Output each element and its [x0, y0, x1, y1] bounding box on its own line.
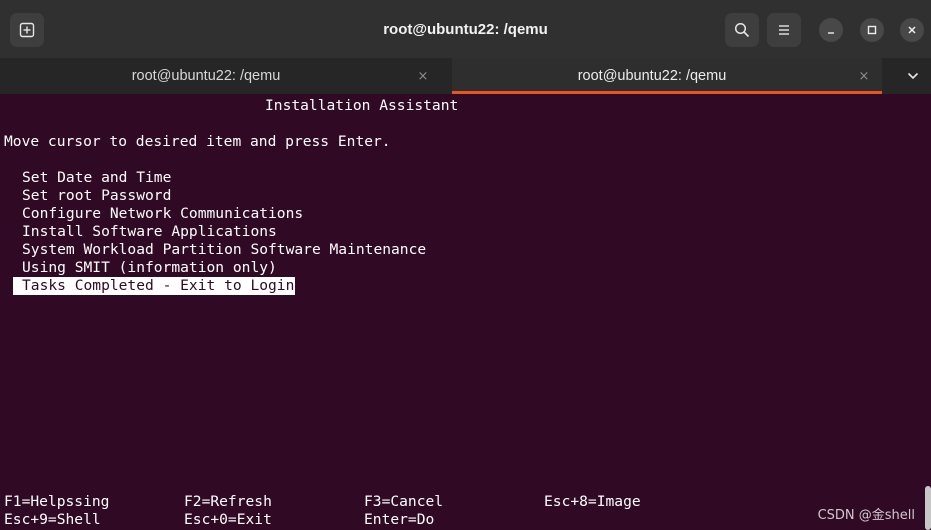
- fkey-esc8[interactable]: Esc+8=Image: [544, 493, 641, 511]
- tab-close-icon[interactable]: ×: [855, 67, 873, 85]
- terminal-output[interactable]: Installation Assistant Move cursor to de…: [0, 94, 931, 530]
- menu-item-wpar-maintenance[interactable]: System Workload Partition Software Maint…: [22, 241, 426, 259]
- tab-list-button[interactable]: [895, 58, 931, 94]
- menu-item-install-software[interactable]: Install Software Applications: [22, 223, 277, 241]
- tab-bar: root@ubuntu22: /qemu × root@ubuntu22: /q…: [0, 58, 931, 94]
- tab-2[interactable]: root@ubuntu22: /qemu ×: [452, 58, 882, 94]
- menu-item-using-smit[interactable]: Using SMIT (information only): [22, 259, 277, 277]
- minimize-button[interactable]: [819, 18, 843, 42]
- screen-heading: Installation Assistant: [265, 97, 459, 114]
- tab-label: root@ubuntu22: /qemu: [577, 68, 727, 84]
- maximize-icon: [867, 25, 877, 35]
- tab-close-icon[interactable]: ×: [414, 67, 432, 85]
- menu-item-label: Tasks Completed - Exit to Login: [22, 277, 295, 294]
- terminal-window: root@ubuntu22: /qemu root@ubuntu22: /qem…: [0, 0, 931, 530]
- fkey-f2[interactable]: F2=Refresh: [184, 493, 272, 511]
- new-tab-icon: [19, 22, 35, 38]
- fkey-f1[interactable]: F1=Helpssing: [4, 493, 109, 511]
- menu-item-tasks-completed[interactable]: Tasks Completed - Exit to Login: [13, 277, 296, 295]
- scrollbar-thumb[interactable]: [925, 486, 931, 530]
- tab-1[interactable]: root@ubuntu22: /qemu ×: [0, 58, 452, 94]
- tab-label: root@ubuntu22: /qemu: [131, 68, 281, 84]
- fkey-esc0[interactable]: Esc+0=Exit: [184, 511, 272, 529]
- minimize-icon: [828, 32, 834, 34]
- search-button[interactable]: [725, 13, 759, 47]
- fkey-enter[interactable]: Enter=Do: [364, 511, 434, 529]
- fkey-f3[interactable]: F3=Cancel: [364, 493, 443, 511]
- chevron-down-icon: [907, 72, 919, 80]
- new-tab-button[interactable]: [10, 13, 44, 47]
- header-bar: root@ubuntu22: /qemu: [0, 0, 931, 58]
- fkey-esc9[interactable]: Esc+9=Shell: [4, 511, 101, 529]
- watermark-text: CSDN @金shell: [817, 508, 915, 523]
- maximize-button[interactable]: [860, 18, 884, 42]
- menu-item-set-date-time[interactable]: Set Date and Time: [22, 169, 171, 187]
- hamburger-menu-icon: [779, 25, 789, 35]
- instruction-text: Move cursor to desired item and press En…: [4, 133, 391, 150]
- close-icon: [908, 26, 916, 34]
- menu-item-configure-network[interactable]: Configure Network Communications: [22, 205, 303, 223]
- menu-item-set-root-password[interactable]: Set root Password: [22, 187, 171, 205]
- search-icon: [734, 22, 750, 38]
- close-button[interactable]: [900, 18, 924, 42]
- main-menu-button[interactable]: [767, 13, 801, 47]
